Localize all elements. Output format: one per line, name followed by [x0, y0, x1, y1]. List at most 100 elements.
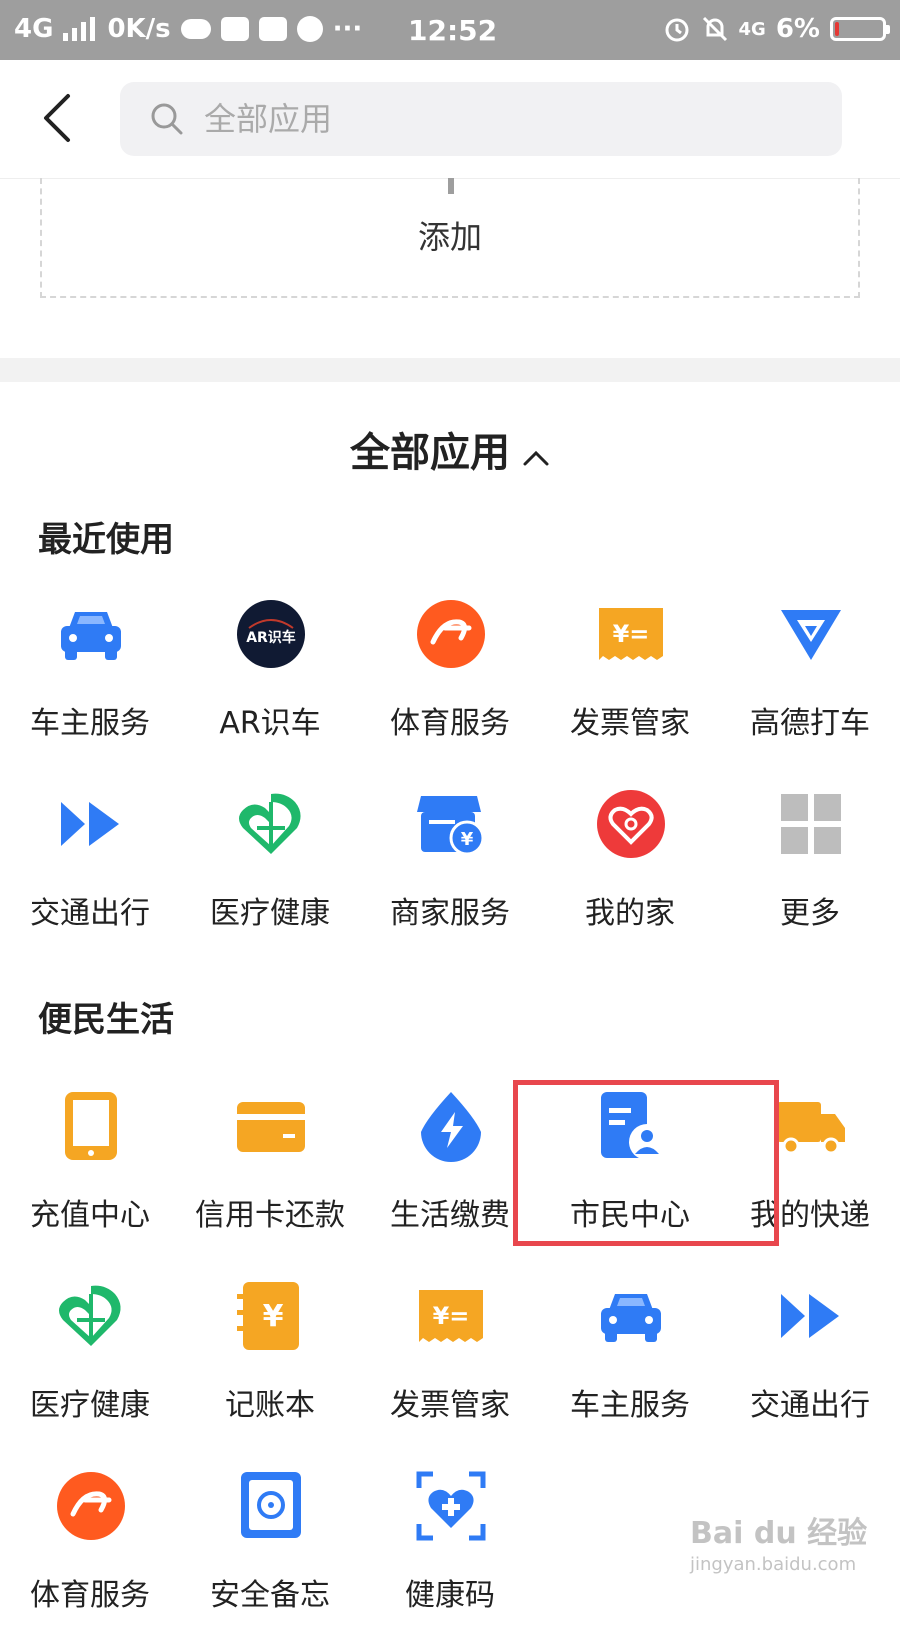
- watermark: Bai du 经验 jingyan.baidu.com: [690, 1508, 867, 1575]
- app-item-sports[interactable]: 体育服务: [360, 598, 540, 768]
- app-item-invoice-2[interactable]: ¥= 发票管家: [360, 1280, 540, 1450]
- search-input[interactable]: [202, 99, 766, 139]
- all-apps-title: 全部应用: [350, 430, 510, 476]
- ledger-badge: ¥: [263, 1299, 284, 1334]
- app-label: 车主服务: [30, 706, 150, 741]
- mail-icon: [258, 17, 287, 41]
- more-dots: ···: [332, 14, 363, 44]
- safe-icon: [241, 1472, 301, 1538]
- app-label: 高德打车: [750, 706, 870, 741]
- add-label: 添加: [417, 218, 482, 256]
- recent-section-title: 最近使用: [38, 520, 174, 560]
- app-label: 安全备忘: [210, 1578, 330, 1613]
- plus-icon: [448, 178, 454, 194]
- app-item-ar-car[interactable]: AR识车 AR识车: [180, 598, 360, 768]
- chevron-left-icon: [44, 94, 70, 142]
- medical-icon: [239, 793, 301, 854]
- app-item-medical-2[interactable]: 医疗健康: [0, 1280, 180, 1450]
- app-item-ledger[interactable]: ¥ 记账本: [180, 1280, 360, 1450]
- section-divider: [0, 358, 900, 382]
- convenience-section-title: 便民生活: [38, 1000, 174, 1040]
- app-label: 充值中心: [30, 1198, 150, 1233]
- battery-icon: [830, 17, 890, 41]
- app-label: 商家服务: [390, 896, 510, 931]
- cloud-icon: [180, 19, 211, 39]
- app-item-safe-memo[interactable]: 安全备忘: [180, 1470, 360, 1640]
- status-bar: 4G 0K/s ··· 12:52 4G 6%: [0, 0, 900, 60]
- car-icon: [601, 1294, 661, 1342]
- phone-recharge-icon: [65, 1092, 117, 1160]
- home-heart-icon: [597, 790, 665, 858]
- network-type: 4G: [14, 14, 54, 44]
- credit-card-icon: [237, 1102, 305, 1152]
- app-item-sports-2[interactable]: 体育服务: [0, 1470, 180, 1640]
- app-label: 记账本: [225, 1388, 315, 1423]
- app-item-medical[interactable]: 医疗健康: [180, 788, 360, 958]
- highlight-box: [513, 1080, 779, 1246]
- ledger-icon: ¥: [237, 1282, 299, 1350]
- signal-icon: [63, 17, 96, 41]
- alarm-icon: [665, 18, 689, 42]
- app-label: 更多: [780, 896, 840, 931]
- ar-car-icon: AR识车: [237, 600, 305, 668]
- ar-car-badge: AR识车: [246, 629, 296, 646]
- battery-percent: 6%: [775, 14, 820, 44]
- app-label: 医疗健康: [210, 896, 330, 931]
- app-item-my-home[interactable]: 我的家: [540, 788, 720, 958]
- app-label: 发票管家: [390, 1388, 510, 1423]
- app-item-car-service[interactable]: 车主服务: [0, 598, 180, 768]
- app-item-recharge[interactable]: 充值中心: [0, 1090, 180, 1260]
- more-grid-icon: [781, 794, 841, 854]
- transport-icon: [781, 1294, 839, 1338]
- search-icon: [151, 103, 183, 135]
- app-label: AR识车: [219, 706, 321, 741]
- header-bar: [0, 60, 900, 179]
- merchant-badge: ¥: [461, 829, 474, 850]
- sports-icon: [417, 600, 485, 668]
- app-item-merchant[interactable]: ¥ 商家服务: [360, 788, 540, 958]
- transport-icon: [61, 802, 119, 846]
- app-item-transport-2[interactable]: 交通出行: [720, 1280, 900, 1450]
- utility-bill-icon: [421, 1092, 481, 1162]
- app-label: 体育服务: [30, 1578, 150, 1613]
- health-code-icon: [416, 1471, 486, 1541]
- app-label: 信用卡还款: [195, 1198, 345, 1233]
- app-item-amap-taxi[interactable]: 高德打车: [720, 598, 900, 768]
- chevron-up-icon: [523, 450, 549, 466]
- car-icon: [61, 612, 121, 660]
- amap-taxi-icon: [781, 610, 841, 660]
- invoice-badge: ¥=: [613, 620, 650, 648]
- invoice-icon: ¥=: [599, 608, 663, 660]
- merchant-icon: ¥: [417, 796, 485, 856]
- wechat-icon: [220, 17, 249, 41]
- app-item-car-service-2[interactable]: 车主服务: [540, 1280, 720, 1450]
- delivery-truck-icon: [777, 1102, 845, 1155]
- app-label: 医疗健康: [30, 1388, 150, 1423]
- app-label: 健康码: [405, 1578, 495, 1613]
- search-box[interactable]: [120, 82, 842, 156]
- clock: 12:52: [408, 14, 498, 47]
- app-item-credit-card[interactable]: 信用卡还款: [180, 1090, 360, 1260]
- app-label: 交通出行: [30, 896, 150, 931]
- all-apps-toggle[interactable]: 全部应用: [0, 420, 900, 478]
- app-label: 发票管家: [570, 706, 690, 741]
- network-speed: 0K/s: [107, 14, 171, 44]
- app-item-transport[interactable]: 交通出行: [0, 788, 180, 958]
- planet-icon: [296, 16, 323, 42]
- network-type-right: 4G: [738, 18, 766, 40]
- app-label: 交通出行: [750, 1388, 870, 1423]
- mute-bell-icon: [702, 16, 727, 42]
- add-app-area[interactable]: 添加: [40, 178, 860, 298]
- app-item-health-code[interactable]: 健康码: [360, 1470, 540, 1640]
- invoice-badge: ¥=: [433, 1302, 470, 1330]
- app-item-invoice[interactable]: ¥= 发票管家: [540, 598, 720, 768]
- app-label: 车主服务: [570, 1388, 690, 1423]
- watermark-url: jingyan.baidu.com: [690, 1554, 857, 1575]
- watermark-brand: Bai du 经验: [690, 1516, 868, 1551]
- back-button[interactable]: [36, 90, 86, 150]
- medical-icon: [59, 1285, 121, 1346]
- app-label: 我的家: [585, 896, 675, 931]
- app-item-more[interactable]: 更多: [720, 788, 900, 958]
- sports-icon: [57, 1472, 125, 1540]
- invoice-icon: ¥=: [419, 1290, 483, 1342]
